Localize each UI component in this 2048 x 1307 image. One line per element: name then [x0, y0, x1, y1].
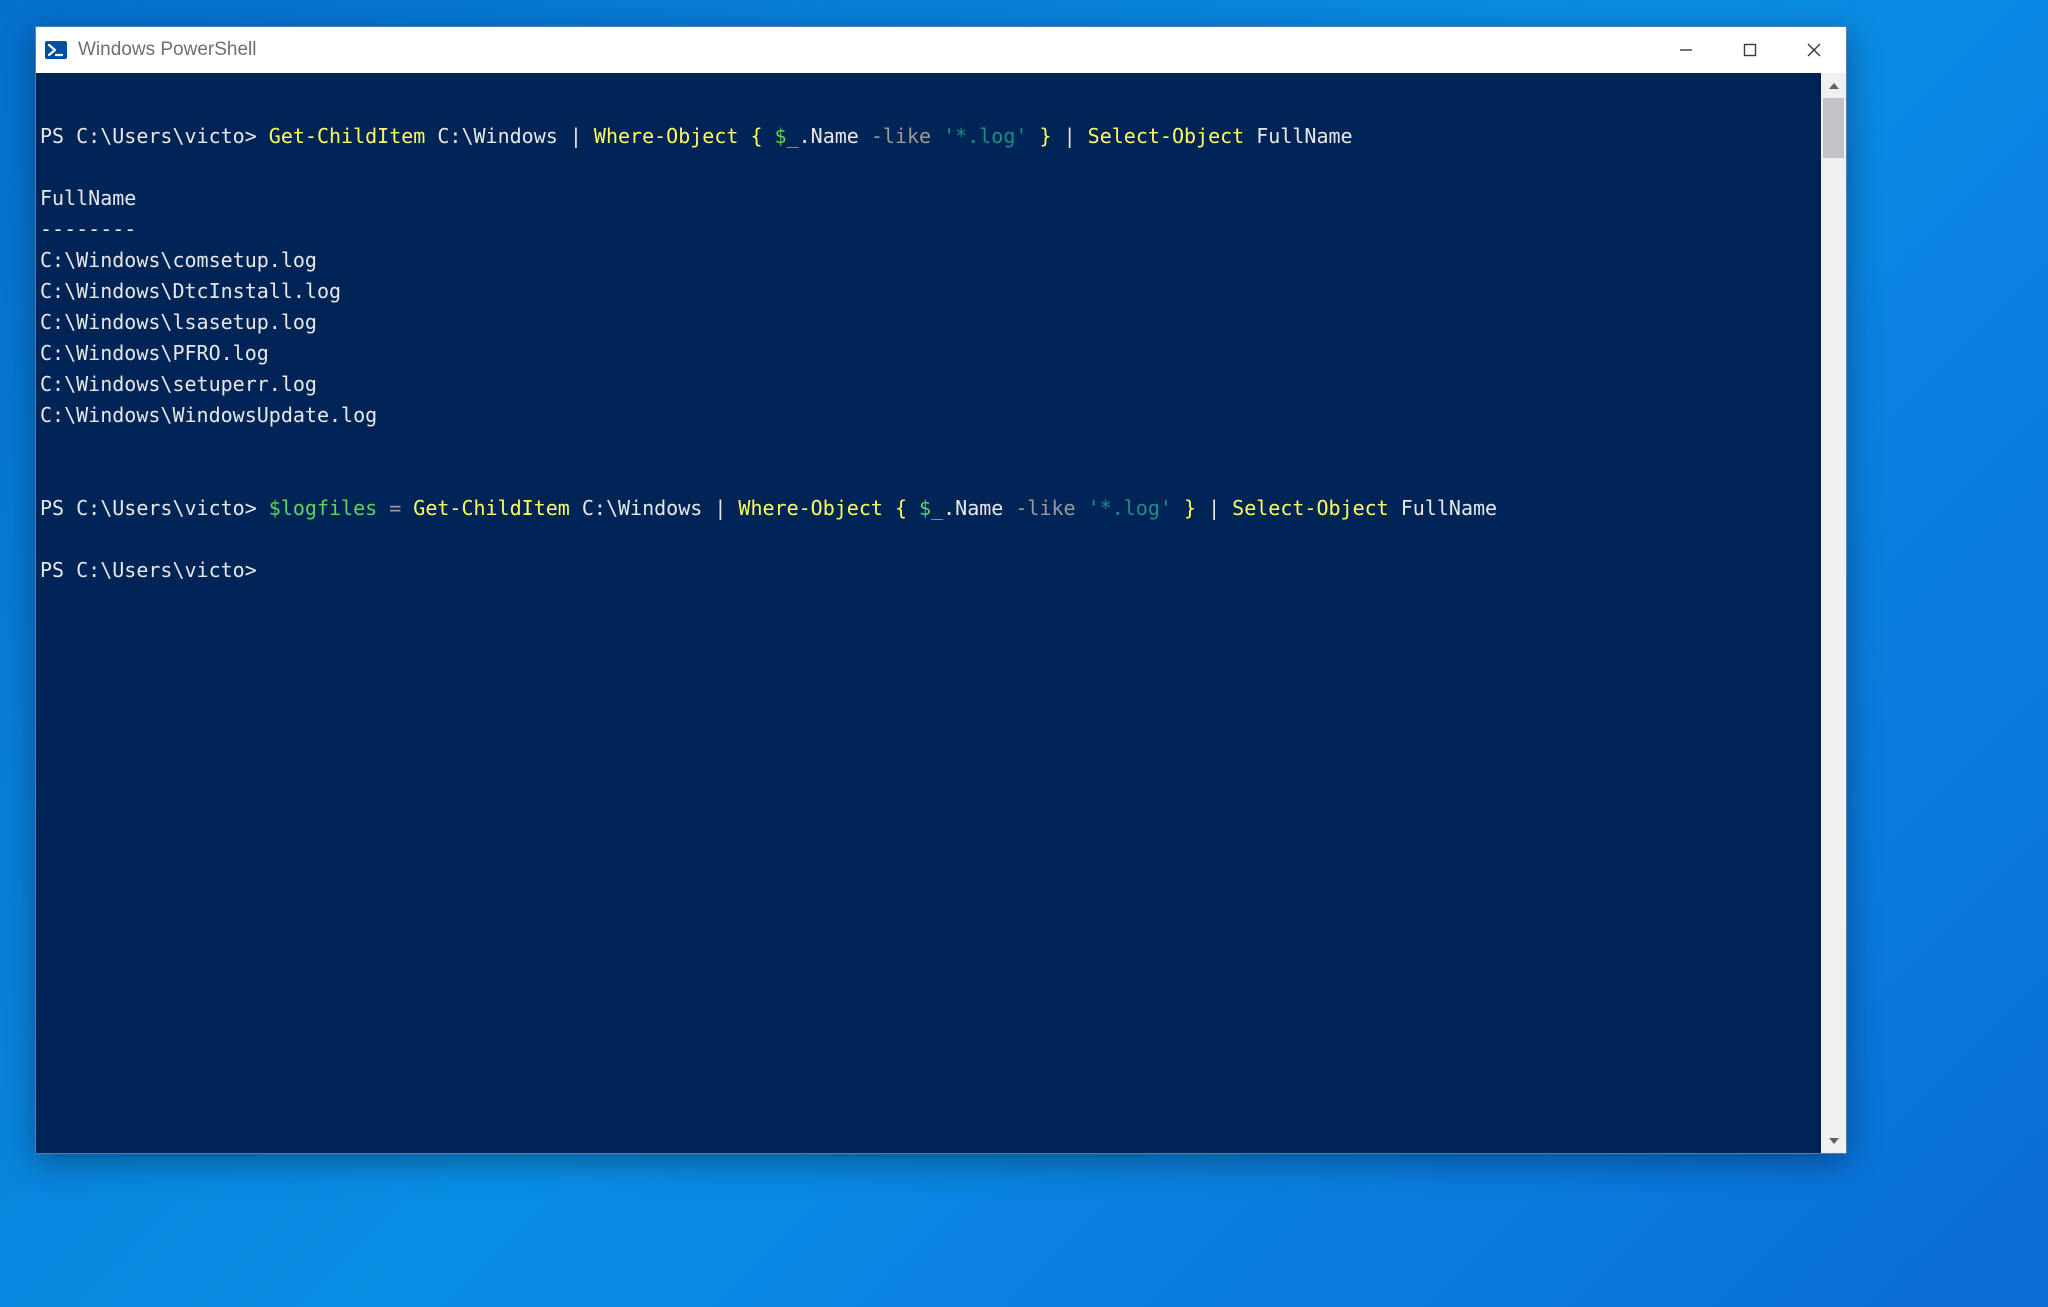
- token: |: [1064, 124, 1088, 148]
- scroll-up-arrow-icon[interactable]: [1821, 73, 1846, 98]
- token: FullName: [40, 186, 136, 210]
- terminal-output[interactable]: PS C:\Users\victo> Get-ChildItem C:\Wind…: [36, 73, 1821, 1153]
- token: PS C:\Users\victo>: [40, 124, 269, 148]
- scrollbar-track[interactable]: [1821, 98, 1846, 1128]
- token: |: [714, 496, 738, 520]
- powershell-window: Windows PowerShell PS C:\Users\victo> Ge…: [35, 26, 1847, 1154]
- powershell-icon: [44, 38, 68, 62]
- token: $logfiles: [269, 496, 377, 520]
- token: C:\Windows\PFRO.log: [40, 341, 269, 365]
- vertical-scrollbar[interactable]: [1821, 73, 1846, 1153]
- window-title: Windows PowerShell: [78, 39, 1654, 61]
- titlebar[interactable]: Windows PowerShell: [36, 27, 1846, 73]
- minimize-button[interactable]: [1654, 27, 1718, 73]
- token: PS C:\Users\victo>: [40, 558, 269, 582]
- token: Select-Object: [1088, 124, 1245, 148]
- token: C:\Windows\WindowsUpdate.log: [40, 403, 377, 427]
- token: |: [570, 124, 594, 148]
- token: $_: [919, 496, 943, 520]
- token: Get-ChildItem: [413, 496, 570, 520]
- token: PS C:\Users\victo>: [40, 496, 269, 520]
- token: =: [377, 496, 413, 520]
- token: $_: [775, 124, 799, 148]
- token: FullName: [1244, 124, 1352, 148]
- token: C:\Windows\setuperr.log: [40, 372, 317, 396]
- token: C:\Windows\lsasetup.log: [40, 310, 317, 334]
- token: --------: [40, 217, 136, 241]
- token: Get-ChildItem: [269, 124, 426, 148]
- token: }: [1027, 124, 1063, 148]
- token: .Name: [943, 496, 1015, 520]
- token: |: [1208, 496, 1232, 520]
- close-button[interactable]: [1782, 27, 1846, 73]
- client-area: PS C:\Users\victo> Get-ChildItem C:\Wind…: [36, 73, 1846, 1153]
- token: Where-Object: [594, 124, 739, 148]
- token: Where-Object: [738, 496, 883, 520]
- token: C:\Windows: [570, 496, 715, 520]
- scrollbar-thumb[interactable]: [1823, 98, 1844, 158]
- token: -like: [1015, 496, 1087, 520]
- token: Select-Object: [1232, 496, 1389, 520]
- desktop-background: Windows PowerShell PS C:\Users\victo> Ge…: [0, 0, 2048, 1307]
- token: .Name: [799, 124, 871, 148]
- token: FullName: [1389, 496, 1497, 520]
- token: C:\Windows\comsetup.log: [40, 248, 317, 272]
- token: {: [738, 124, 774, 148]
- token: C:\Windows: [425, 124, 570, 148]
- maximize-button[interactable]: [1718, 27, 1782, 73]
- token: }: [1172, 496, 1208, 520]
- scroll-down-arrow-icon[interactable]: [1821, 1128, 1846, 1153]
- window-controls: [1654, 27, 1846, 73]
- token: '*.log': [943, 124, 1027, 148]
- token: -like: [871, 124, 943, 148]
- token: '*.log': [1088, 496, 1172, 520]
- token: C:\Windows\DtcInstall.log: [40, 279, 341, 303]
- token: {: [883, 496, 919, 520]
